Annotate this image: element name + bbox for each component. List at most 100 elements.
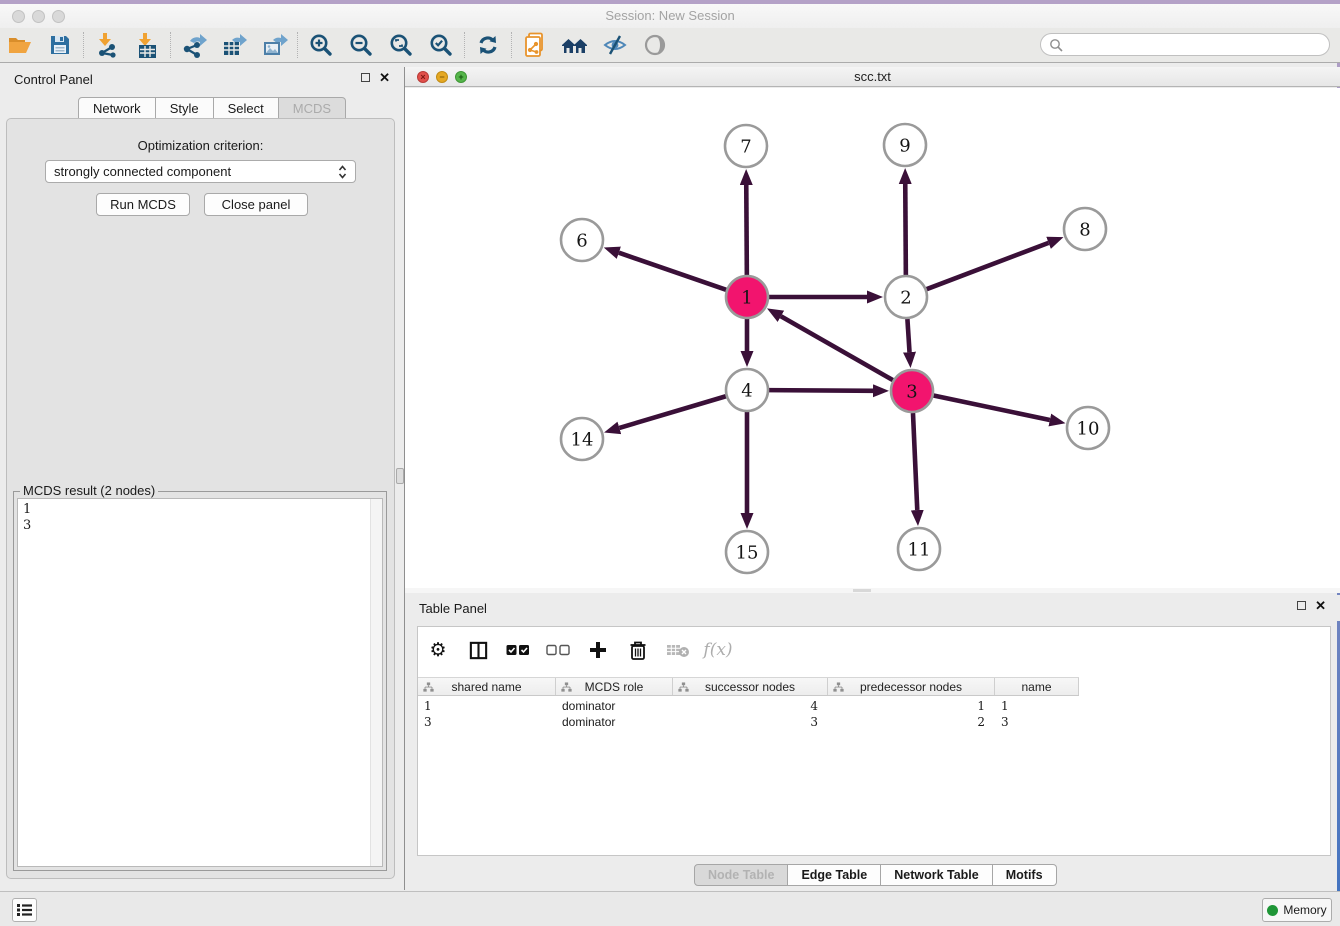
network-graph[interactable]: 7968124314101511 (405, 88, 1340, 588)
graph-node-label: 11 (908, 539, 931, 560)
hide-graphics-details-button[interactable] (595, 30, 635, 60)
column-header-label: predecessor nodes (860, 680, 962, 694)
cell-name[interactable]: 3 (995, 714, 1079, 730)
splitter-handle[interactable] (396, 468, 404, 484)
column-header-predecessor-nodes[interactable]: predecessor nodes (828, 678, 995, 695)
toolbar-separator (170, 32, 171, 58)
deselect-all-checkboxes-icon (546, 644, 570, 656)
tab-motifs[interactable]: Motifs (993, 864, 1057, 886)
import-table-icon (134, 32, 160, 58)
tab-network-table[interactable]: Network Table (881, 864, 993, 886)
graph-node-label: 2 (900, 287, 911, 308)
window-title: Session: New Session (0, 8, 1340, 23)
add-button[interactable] (586, 638, 610, 662)
mcds-result-group: MCDS result (2 nodes) 13 (13, 491, 387, 871)
graph-edge-2-8[interactable] (927, 243, 1049, 289)
close-table-panel-icon[interactable]: ✕ (1315, 601, 1326, 610)
column-header-mcds-role[interactable]: MCDS role (556, 678, 673, 695)
function-builder-icon: f(x) (703, 640, 732, 660)
graph-edge-4-3[interactable] (769, 390, 873, 391)
cell-successor-nodes[interactable]: 4 (673, 698, 828, 714)
select-all-checkboxes-button[interactable] (506, 638, 530, 662)
cell-predecessor-nodes[interactable]: 1 (828, 698, 995, 714)
control-panel-title: Control Panel (14, 72, 93, 87)
column-type-icon (678, 682, 689, 696)
select-all-checkboxes-icon (506, 644, 530, 656)
import-network-button[interactable] (87, 30, 127, 60)
graph-edge-3-1[interactable] (781, 316, 893, 380)
search-input[interactable] (1063, 36, 1329, 54)
zoom-selected-button[interactable] (421, 30, 461, 60)
tab-style[interactable]: Style (156, 97, 214, 119)
control-panel-header: Control Panel ✕ (0, 67, 404, 93)
edge-label-mark (825, 390, 835, 392)
graph-node-label: 9 (899, 135, 910, 156)
save-session-button[interactable] (40, 30, 80, 60)
tab-edge-table[interactable]: Edge Table (788, 864, 881, 886)
tab-network[interactable]: Network (78, 97, 156, 119)
cell-name[interactable]: 1 (995, 698, 1079, 714)
table-row[interactable]: 1dominator411 (418, 698, 1079, 714)
optimization-criterion-label: Optimization criterion: (7, 138, 394, 153)
open-session-button[interactable] (0, 30, 40, 60)
cell-successor-nodes[interactable]: 3 (673, 714, 828, 730)
result-scrollbar[interactable] (370, 499, 382, 866)
network-window-titlebar[interactable]: × − + scc.txt (405, 67, 1340, 87)
float-table-panel-icon[interactable] (1297, 601, 1306, 610)
float-panel-icon[interactable] (361, 73, 370, 82)
mcds-panel: Optimization criterion: strongly connect… (6, 118, 395, 879)
task-history-button[interactable] (12, 898, 37, 922)
zoom-fit-button[interactable] (381, 30, 421, 60)
tab-node-table[interactable]: Node Table (694, 864, 788, 886)
close-panel-icon[interactable]: ✕ (379, 73, 390, 82)
memory-button[interactable]: Memory (1262, 898, 1332, 922)
settings-gear-button[interactable]: ⚙ (426, 638, 450, 662)
column-header-name[interactable]: name (995, 678, 1079, 695)
tab-mcds[interactable]: MCDS (279, 97, 346, 119)
import-table-button[interactable] (127, 30, 167, 60)
save-session-icon (49, 34, 71, 56)
network-horizontal-scrollbar[interactable] (405, 588, 1340, 593)
network-view[interactable]: 7968124314101511 (405, 88, 1340, 588)
column-header-successor-nodes[interactable]: successor nodes (673, 678, 828, 695)
scrollbar-handle[interactable] (853, 589, 871, 592)
graph-edge-2-9[interactable] (905, 184, 906, 275)
graph-edge-4-14[interactable] (619, 396, 726, 428)
window-titlebar: Session: New Session (0, 4, 1340, 28)
search-field[interactable] (1040, 33, 1330, 56)
cell-mcds-role[interactable]: dominator (556, 714, 673, 730)
export-table-icon (220, 32, 248, 58)
cell-shared-name[interactable]: 1 (418, 698, 556, 714)
mcds-result-text[interactable]: 13 (17, 498, 383, 867)
column-header-label: MCDS role (585, 680, 644, 694)
graph-edge-3-11[interactable] (913, 413, 917, 510)
graph-edge-1-7[interactable] (746, 185, 747, 275)
export-table-button[interactable] (214, 30, 254, 60)
edge-label-mark (822, 296, 832, 298)
show-graphics-details-button[interactable] (635, 30, 675, 60)
export-image-button[interactable] (254, 30, 294, 60)
toggle-column-panel-button[interactable] (466, 638, 490, 662)
optimization-criterion-dropdown[interactable]: strongly connected component (45, 160, 356, 183)
graph-edge-1-6[interactable] (619, 253, 726, 290)
delete-button[interactable] (626, 638, 650, 662)
cell-shared-name[interactable]: 3 (418, 714, 556, 730)
cell-predecessor-nodes[interactable]: 2 (828, 714, 995, 730)
graph-edge-3-10[interactable] (934, 396, 1050, 420)
graph-node-label: 1 (741, 287, 752, 308)
table-row[interactable]: 3dominator323 (418, 714, 1079, 730)
column-header-shared-name[interactable]: shared name (418, 678, 556, 695)
deselect-all-checkboxes-button[interactable] (546, 638, 570, 662)
zoom-in-button[interactable] (301, 30, 341, 60)
run-mcds-button[interactable]: Run MCDS (96, 193, 190, 216)
cell-mcds-role[interactable]: dominator (556, 698, 673, 714)
graph-node-label: 3 (906, 381, 917, 402)
new-network-from-selection-button[interactable] (515, 30, 555, 60)
close-panel-button[interactable]: Close panel (204, 193, 308, 216)
tab-select[interactable]: Select (214, 97, 279, 119)
zoom-out-button[interactable] (341, 30, 381, 60)
refresh-layout-button[interactable] (468, 30, 508, 60)
export-network-button[interactable] (174, 30, 214, 60)
graph-edge-2-3[interactable] (907, 319, 909, 352)
home-button[interactable] (555, 30, 595, 60)
